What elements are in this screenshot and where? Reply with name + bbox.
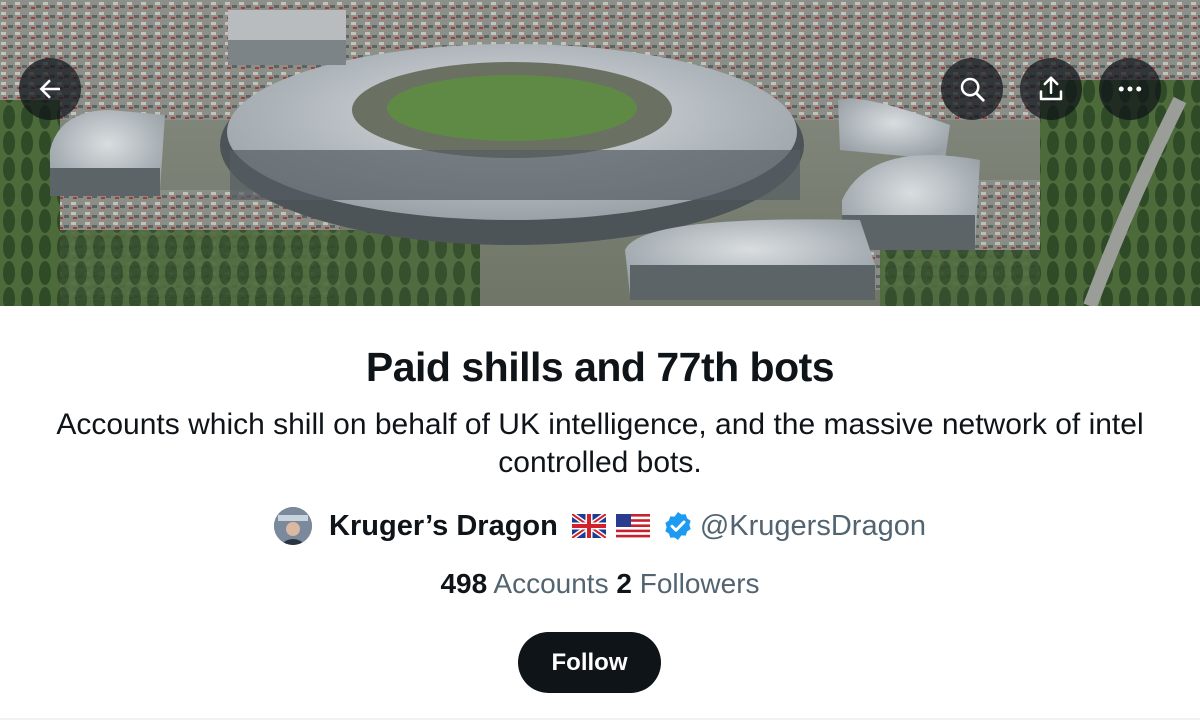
accounts-stat[interactable]: 498 Accounts bbox=[440, 568, 608, 599]
search-button[interactable] bbox=[941, 58, 1003, 120]
share-icon bbox=[1039, 76, 1063, 101]
verified-badge-icon bbox=[665, 512, 691, 540]
back-arrow-icon bbox=[39, 79, 60, 99]
more-icon bbox=[1118, 86, 1142, 92]
search-icon bbox=[960, 77, 985, 102]
uk-flag-icon bbox=[571, 514, 606, 538]
owner-handle[interactable]: @KrugersDragon bbox=[700, 510, 926, 543]
banner-image bbox=[0, 0, 1200, 306]
divider bbox=[0, 718, 1200, 720]
followers-count: 2 bbox=[616, 568, 632, 599]
more-button[interactable] bbox=[1099, 58, 1161, 120]
follow-button[interactable]: Follow bbox=[518, 632, 661, 693]
accounts-label: Accounts bbox=[493, 568, 609, 599]
list-owner[interactable]: Kruger’s Dragon @KrugersDragon bbox=[0, 504, 1200, 548]
followers-stat[interactable]: 2 Followers bbox=[616, 568, 759, 599]
list-description: Accounts which shill on behalf of UK int… bbox=[56, 408, 1144, 479]
list-banner bbox=[0, 0, 1200, 306]
list-info: Paid shills and 77th bots Accounts which… bbox=[0, 306, 1200, 725]
list-stats: 498 Accounts 2 Followers bbox=[0, 568, 1200, 600]
share-button[interactable] bbox=[1020, 58, 1082, 120]
followers-label: Followers bbox=[639, 568, 760, 599]
avatar[interactable] bbox=[274, 507, 313, 545]
avatar-image bbox=[274, 507, 313, 545]
us-flag-icon bbox=[615, 514, 650, 538]
accounts-count: 498 bbox=[440, 568, 488, 599]
list-title: Paid shills and 77th bots bbox=[365, 344, 835, 390]
back-button[interactable] bbox=[19, 58, 81, 120]
owner-name[interactable]: Kruger’s Dragon bbox=[329, 510, 558, 543]
